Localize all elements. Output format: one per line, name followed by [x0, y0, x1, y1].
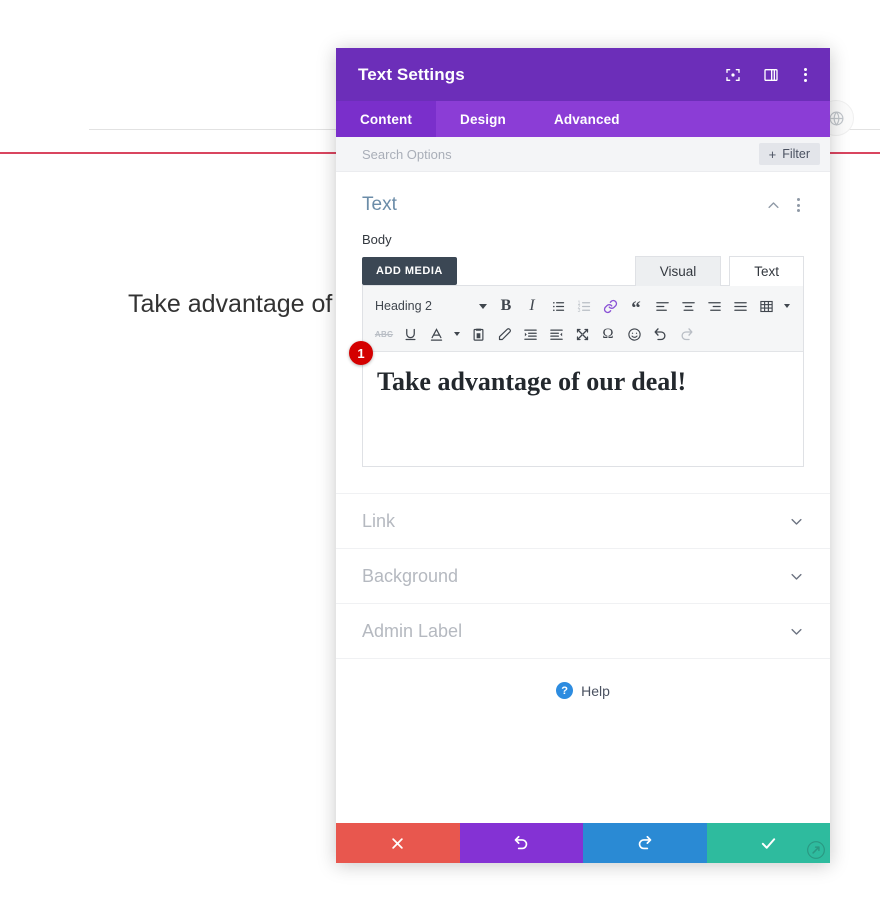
- insert-table-icon[interactable]: [753, 294, 779, 319]
- clear-formatting-icon[interactable]: [491, 322, 517, 347]
- editor-tab-visual[interactable]: Visual: [634, 256, 722, 286]
- special-character-icon[interactable]: Ω: [595, 322, 621, 347]
- chevron-down-icon: [479, 303, 487, 309]
- kebab-menu-icon[interactable]: [799, 66, 812, 84]
- section-text-header: Text: [362, 194, 804, 216]
- paste-as-text-icon[interactable]: [465, 322, 491, 347]
- svg-text:3: 3: [577, 308, 580, 314]
- search-input[interactable]: [360, 145, 759, 163]
- help-label: Help: [581, 682, 610, 699]
- editor-heading-text: Take advantage of our deal!: [377, 367, 687, 396]
- numbered-list-icon[interactable]: 1 2 3: [571, 294, 597, 319]
- editor-content-area[interactable]: 1 Take advantage of our deal!: [349, 341, 803, 466]
- fullscreen-icon[interactable]: [569, 322, 595, 347]
- section-link[interactable]: Link: [336, 493, 830, 548]
- chevron-up-icon[interactable]: [766, 198, 781, 213]
- resize-handle-icon[interactable]: [805, 839, 827, 861]
- cancel-button[interactable]: [336, 823, 460, 863]
- editor-toolbar-row-1: Heading 2 B I 1 2 3 “: [371, 291, 795, 321]
- editor-mode-tabs: Visual Text: [634, 255, 804, 286]
- editor-toolbar: Heading 2 B I 1 2 3 “ ABC Ω: [363, 286, 803, 352]
- decrease-indent-icon[interactable]: [543, 322, 569, 347]
- section-admin-label[interactable]: Admin Label: [336, 603, 830, 658]
- tab-content[interactable]: Content: [336, 101, 437, 137]
- focus-target-icon[interactable]: [723, 65, 743, 85]
- plus-icon: +: [768, 146, 777, 162]
- chevron-down-icon: [789, 569, 804, 584]
- panel-tabs: Content Design Advanced: [336, 101, 830, 137]
- link-icon[interactable]: [597, 294, 623, 319]
- question-mark-icon: ?: [556, 682, 574, 699]
- bold-icon[interactable]: B: [493, 294, 519, 319]
- tab-design[interactable]: Design: [436, 101, 530, 137]
- panel-header-actions: [723, 65, 812, 85]
- wp-editor: ADD MEDIA Visual Text Heading 2 B I 1 2 …: [349, 255, 804, 467]
- redo-icon[interactable]: [673, 322, 699, 347]
- editor-frame: Heading 2 B I 1 2 3 “ ABC Ω 1 Take advan…: [349, 285, 804, 467]
- emoji-icon[interactable]: [621, 322, 647, 347]
- section-text: Text Body ADD MEDIA Visual Text Heading …: [336, 172, 830, 467]
- step-badge-1: 1: [349, 341, 373, 365]
- body-field-label: Body: [362, 232, 392, 247]
- tab-advanced[interactable]: Advanced: [530, 101, 644, 137]
- align-right-icon[interactable]: [701, 294, 727, 319]
- section-background-label: Background: [362, 565, 459, 586]
- panel-footer-actions: [336, 823, 830, 863]
- panel-body: Text Body ADD MEDIA Visual Text Heading …: [336, 172, 830, 823]
- editor-topbar: ADD MEDIA Visual Text: [362, 255, 804, 286]
- blockquote-icon[interactable]: “: [623, 291, 649, 321]
- text-color-icon[interactable]: [423, 322, 449, 347]
- align-justify-icon[interactable]: [727, 294, 753, 319]
- panel-title: Text Settings: [358, 64, 465, 84]
- editor-tab-text[interactable]: Text: [729, 256, 804, 286]
- align-center-icon[interactable]: [675, 294, 701, 319]
- section-text-title: Text: [362, 194, 397, 215]
- filter-button-label: Filter: [782, 147, 810, 161]
- format-select[interactable]: Heading 2: [371, 294, 493, 319]
- section-link-label: Link: [362, 510, 396, 531]
- section-kebab-menu-icon[interactable]: [793, 196, 804, 214]
- undo-button[interactable]: [459, 823, 583, 863]
- format-select-value: Heading 2: [375, 299, 432, 313]
- underline-icon[interactable]: [397, 322, 423, 347]
- section-text-tools: [766, 196, 804, 214]
- table-caret-icon[interactable]: [779, 294, 795, 319]
- redo-button[interactable]: [583, 823, 707, 863]
- editor-toolbar-row-2: ABC Ω: [371, 321, 795, 347]
- text-color-caret-icon[interactable]: [449, 322, 465, 347]
- search-options-bar: + Filter: [336, 137, 830, 172]
- text-settings-panel: Text Settings Content Design Advanced Se…: [336, 48, 830, 863]
- increase-indent-icon[interactable]: [517, 322, 543, 347]
- undo-icon[interactable]: [647, 322, 673, 347]
- section-admin-label-label: Admin Label: [362, 620, 463, 641]
- add-media-button[interactable]: ADD MEDIA: [362, 257, 457, 285]
- strikethrough-icon[interactable]: ABC: [371, 322, 397, 347]
- filter-button[interactable]: + Filter: [758, 143, 820, 165]
- italic-icon[interactable]: I: [519, 294, 545, 319]
- align-left-icon[interactable]: [649, 294, 675, 319]
- help-link[interactable]: ? Help: [336, 658, 830, 722]
- layout-panel-icon[interactable]: [761, 65, 781, 85]
- chevron-down-icon: [789, 624, 804, 639]
- chevron-down-icon: [789, 514, 804, 529]
- section-background[interactable]: Background: [336, 548, 830, 603]
- bulleted-list-icon[interactable]: [545, 294, 571, 319]
- panel-header: Text Settings: [336, 48, 830, 101]
